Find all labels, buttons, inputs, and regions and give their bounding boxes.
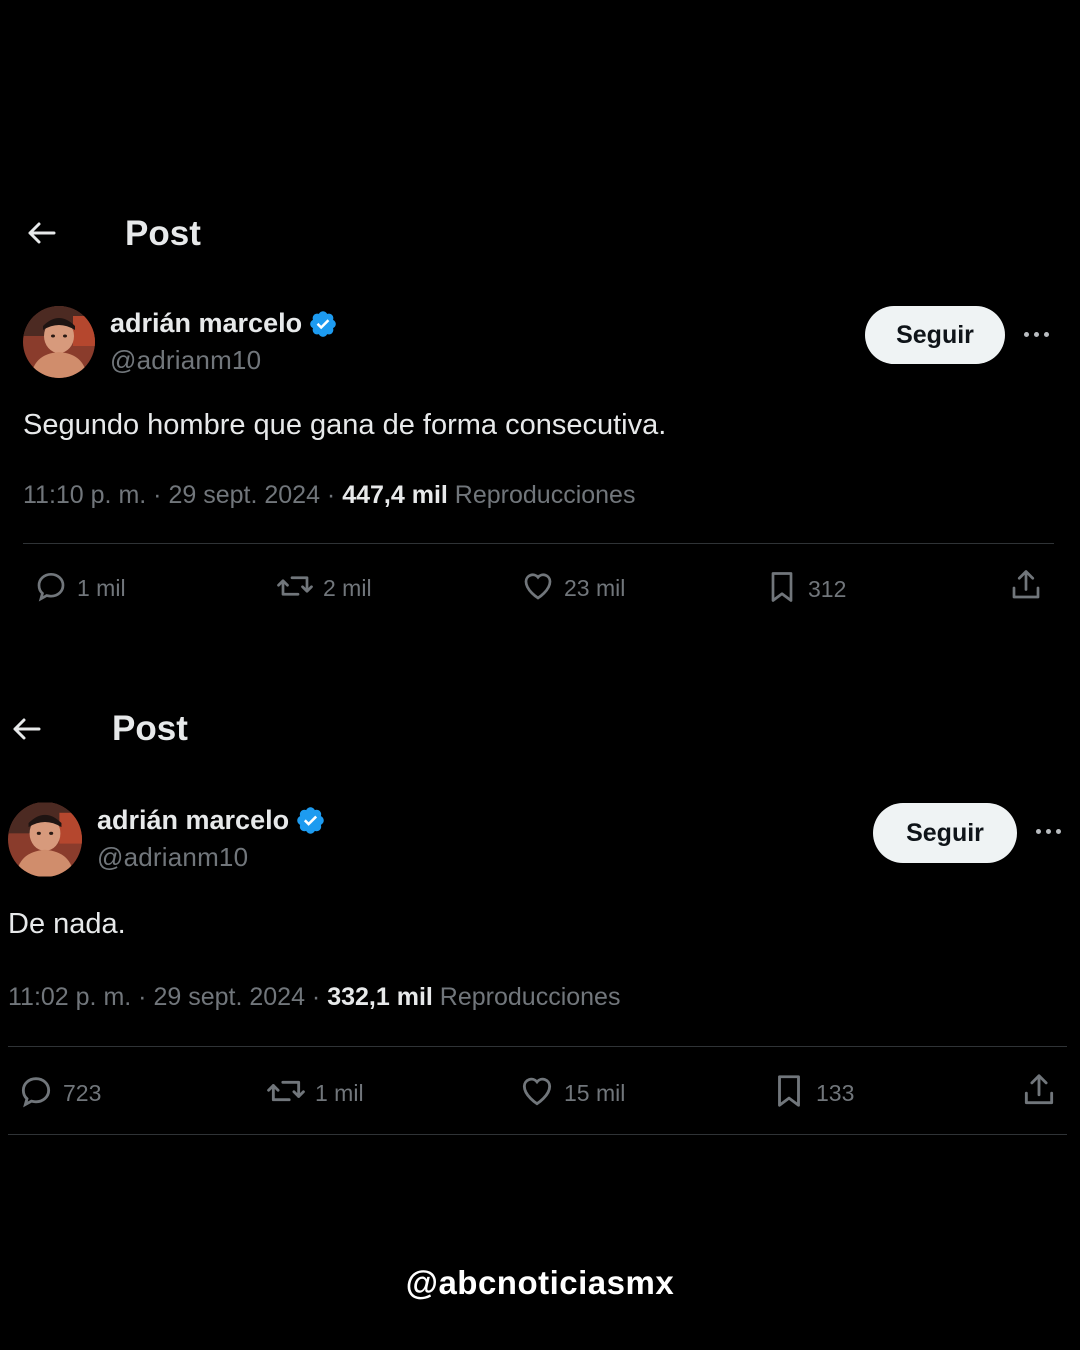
post-header [9,714,43,744]
reply-count: 723 [63,1080,102,1106]
more-dots-icon[interactable] [1036,829,1061,834]
divider [8,1046,1067,1047]
tweet-time[interactable]: 11:02 p. m. [8,983,131,1011]
page-title: Post [112,709,188,748]
arrow-left-icon[interactable] [9,714,43,744]
avatar[interactable] [8,802,82,877]
reply-button[interactable]: 723 [17,1072,101,1115]
bookmark-count: 133 [816,1080,855,1106]
like-button[interactable]: 15 mil [518,1072,625,1115]
views-label: Reproducciones [439,983,621,1011]
tweet-text: De nada. [8,908,126,940]
meta-separator: · [311,983,321,1011]
views-count: 332,1 mil [327,983,433,1011]
repost-icon [265,1072,307,1115]
repost-button[interactable]: 1 mil [265,1072,364,1115]
follow-button[interactable]: Seguir [873,803,1017,863]
tweet-date[interactable]: 29 sept. 2024 [153,983,305,1011]
tweet-meta: 11:02 p. m. · 29 sept. 2024 · 332,1 mil … [8,983,620,1012]
watermark: @abcnoticiasmx [405,1264,675,1301]
share-button[interactable] [1020,1070,1058,1115]
like-count: 15 mil [564,1080,626,1106]
post-2: Post adrián marcelo @adrianm10 Seguir De… [0,0,1080,1180]
reply-icon [17,1072,55,1115]
author-names: adrián marcelo @adrianm10 [97,805,326,873]
share-icon [1020,1070,1058,1115]
meta-separator: · [138,983,147,1011]
user-handle[interactable]: @adrianm10 [97,842,326,873]
heart-icon [518,1072,556,1115]
display-name[interactable]: adrián marcelo [97,805,289,836]
bookmark-icon [770,1071,808,1116]
verified-badge-icon [295,805,326,836]
repost-count: 1 mil [315,1080,364,1106]
bookmark-button[interactable]: 133 [770,1071,854,1116]
divider [8,1134,1067,1135]
